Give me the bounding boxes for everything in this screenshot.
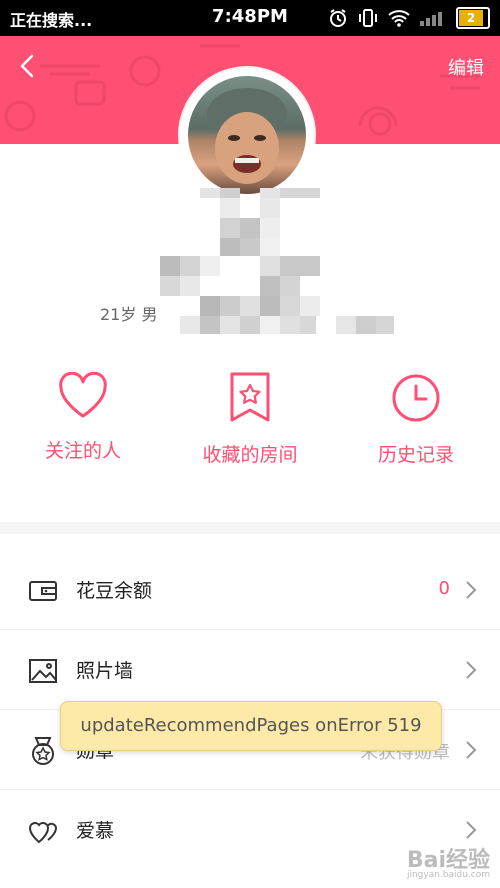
quick-link-label: 关注的人 — [44, 440, 121, 462]
double-heart-icon — [28, 822, 58, 844]
medal-icon — [32, 737, 54, 765]
error-toast: updateRecommendPages onError 519 — [60, 701, 442, 751]
signal-icon — [420, 12, 442, 26]
quick-links: 关注的人 收藏的房间 历史记录 — [0, 371, 500, 482]
watermark-sub: jingyan.baidu.com — [406, 870, 490, 880]
watermark: Bai经验 jingyan.baidu.com — [407, 842, 490, 880]
menu-item-label: 花豆余额 — [76, 580, 153, 602]
quick-link-favorites[interactable]: 收藏的房间 — [167, 372, 333, 467]
quick-link-history[interactable]: 历史记录 — [333, 372, 499, 467]
quick-link-label: 历史记录 — [377, 444, 454, 466]
status-icons: 2 — [328, 7, 490, 29]
bookmark-star-icon — [230, 372, 270, 422]
menu-item-value: 0 — [438, 578, 450, 599]
chevron-right-icon — [466, 581, 477, 599]
vibrate-icon — [359, 9, 377, 27]
back-icon[interactable] — [14, 52, 42, 80]
menu-item-label: 照片墙 — [76, 660, 134, 682]
chevron-right-icon — [466, 821, 477, 839]
wifi-icon — [388, 10, 410, 27]
status-bar: 正在搜索... 7:48PM 2 — [0, 0, 500, 36]
menu-item-photo-wall[interactable]: 照片墙 — [0, 630, 500, 710]
section-divider — [0, 522, 500, 534]
age-gender: 21岁 男 — [100, 305, 158, 324]
battery-level: 2 — [459, 10, 483, 26]
chevron-right-icon — [466, 741, 477, 759]
wallet-icon — [29, 581, 57, 601]
avatar-image — [188, 76, 306, 194]
alarm-icon — [330, 9, 346, 27]
clock-icon — [392, 374, 440, 422]
edit-button[interactable]: 编辑 — [448, 54, 484, 80]
avatar-face — [207, 88, 287, 184]
chevron-right-icon — [466, 661, 477, 679]
menu-item-label: 爱慕 — [76, 820, 115, 842]
name-mosaic — [160, 188, 420, 348]
battery-icon: 2 — [456, 7, 490, 29]
quick-link-following[interactable]: 关注的人 — [0, 371, 166, 463]
quick-link-label: 收藏的房间 — [202, 444, 298, 466]
heart-icon — [59, 371, 107, 418]
avatar[interactable] — [180, 68, 314, 202]
image-icon — [29, 659, 57, 683]
menu-item-balance[interactable]: 花豆余额 0 — [0, 550, 500, 630]
